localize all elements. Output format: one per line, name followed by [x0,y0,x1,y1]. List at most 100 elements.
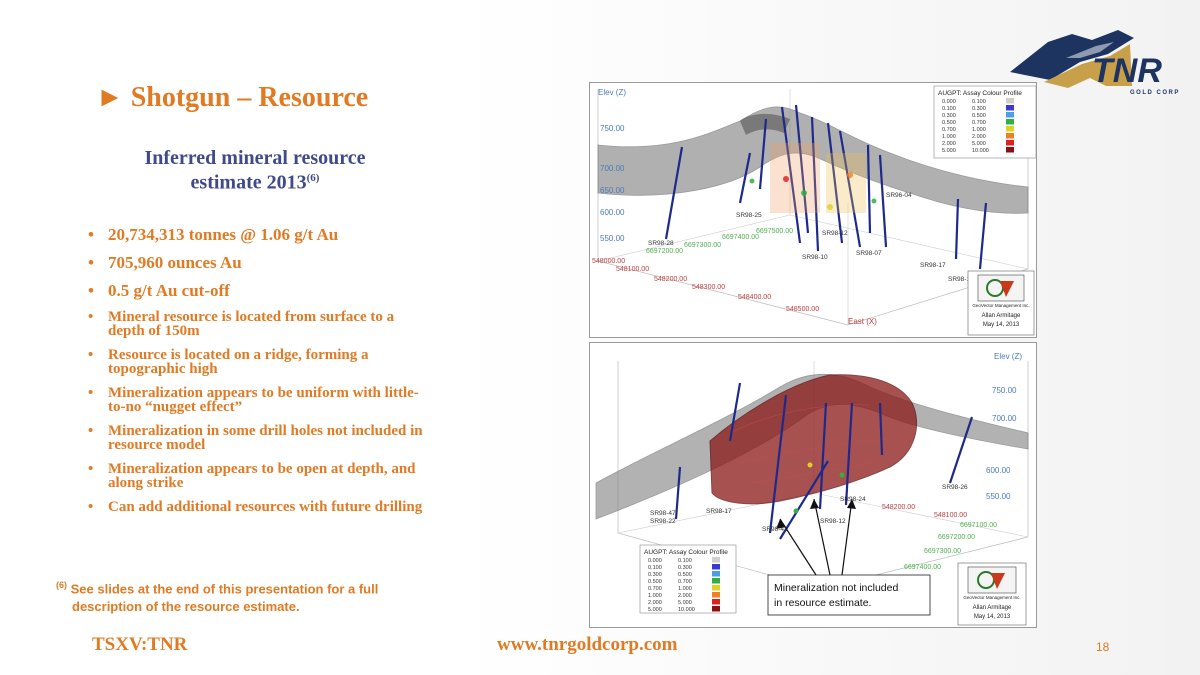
fig1-credit-box: GeoVector Management Inc. Allan Armitage… [967,270,1035,336]
legend-title: AUGPT: Assay Colour Profile [644,549,728,556]
credit-author: Allan Armitage [973,605,1012,611]
fig1-hole-label: SR98-28 [648,240,674,247]
footnote-marker: (6) [56,580,67,590]
credit-company: GeoVector Management Inc. [963,595,1020,600]
fig1-north-tick: 6697300.00 [684,242,721,249]
fig1-north-tick: 6697400.00 [722,234,759,241]
legend-range-to: 10.000 [972,148,989,154]
fig2-hole-label: SR98-22 [650,518,676,525]
fig2-north-tick: 6697200.00 [938,534,975,541]
fig2-east-tick: 548100.00 [934,512,967,519]
legend-range-to: 0.100 [972,99,986,105]
fig1-hole-label: SR98-1 [948,276,970,283]
slide-subtitle: Inferred mineral resource estimate 2013(… [90,148,420,193]
fig2-east-tick: 548200.00 [882,504,915,511]
bullet-item: 0.5 g/t Au cut-off [88,282,428,301]
legend-range-from: 0.700 [648,586,662,592]
legend-swatch [1006,133,1014,139]
legend-range-to: 0.300 [678,565,692,571]
legend-range-to: 1.000 [972,127,986,133]
fig1-east-tick: 548300.00 [692,284,725,291]
bullet-item: 20,734,313 tonnes @ 1.06 g/t Au [88,226,428,245]
fig1-elev-tick: 550.00 [600,234,625,243]
fig1-east-tick: 548200.00 [654,276,687,283]
bullet-item: Can add additional resources with future… [88,500,428,515]
legend-range-to: 10.000 [678,607,695,613]
fig1-east-label: East (X) [848,317,877,326]
legend-swatch [712,557,720,563]
legend-swatch [712,578,720,584]
fig1-elev-tick: 750.00 [600,124,625,133]
fig2-hole-label: SR98-12 [820,518,846,525]
callout-box: Mineralization not included in resource … [767,574,931,616]
legend-range-from: 0.000 [942,99,956,105]
drillhole-figure-top: Elev (Z) 750.00 700.00 650.00 600.00 550… [589,82,1037,338]
fig2-assay-legend: AUGPT: Assay Colour Profile 0.000 0.1000.… [639,544,737,614]
legend-range-from: 0.300 [942,113,956,119]
fig1-hole-label: SR98-10 [802,254,828,261]
legend-swatch [1006,112,1014,118]
legend-range-from: 2.000 [942,141,956,147]
legend-range-from: 5.000 [648,607,662,613]
fig2-hole-label: SR98-41 [762,526,788,533]
legend-range-to: 1.000 [678,586,692,592]
footnote: (6) See slides at the end of this presen… [56,576,416,616]
legend-swatch [1006,119,1014,125]
fig1-east-tick: 548100.00 [616,266,649,273]
callout-line2: in resource estimate. [774,597,871,609]
legend-range-from: 2.000 [648,600,662,606]
bullet-item: Mineralization appears to be open at dep… [88,462,428,491]
callout-line1: Mineralization not included [774,582,898,594]
legend-range-from: 0.500 [942,120,956,126]
fig2-elev-tick: 750.00 [992,386,1017,395]
legend-range-to: 0.500 [972,113,986,119]
legend-range-from: 5.000 [942,148,956,154]
stock-ticker: TSXV:TNR [92,634,188,655]
fig2-elev-label: Elev (Z) [994,352,1022,361]
fig1-elev-tick: 600.00 [600,208,625,217]
legend-range-to: 0.700 [678,579,692,585]
credit-date: May 14, 2013 [983,322,1020,328]
legend-range-from: 1.000 [942,134,956,140]
fig1-hole-label: SR98-07 [856,250,882,257]
legend-range-to: 5.000 [678,600,692,606]
slide-title: ► Shotgun – Resource [96,82,369,113]
legend-swatch [712,585,720,591]
fig2-elev-tick: 550.00 [986,492,1011,501]
legend-range-from: 1.000 [648,593,662,599]
legend-swatch [712,564,720,570]
legend-range-from: 0.700 [942,127,956,133]
subtitle-footnote-marker: (6) [306,172,320,184]
fig1-east-tick: 548000.00 [592,258,625,265]
legend-swatch [712,571,720,577]
fig1-elev-label: Elev (Z) [598,88,626,97]
legend-swatch [1006,98,1014,104]
fig2-north-tick: 6697400.00 [904,564,941,571]
logo-tagline: GOLD CORP [1130,90,1180,96]
fig1-assay-legend: AUGPT: Assay Colour Profile 0.000 0.1000.… [933,85,1037,159]
fig2-hole-label: SR98-26 [942,484,968,491]
fig2-hole-label: SR98-47 [650,510,676,517]
resource-model-figure-bottom: Elev (Z) 750.00 700.00 600.00 550.00 669… [589,342,1037,628]
fig2-hole-label: SR98-17 [706,508,732,515]
fig1-east-tick: 548500.00 [786,306,819,313]
fig2-elev-tick: 700.00 [992,414,1017,423]
credit-author: Allan Armitage [982,313,1021,319]
bullet-list: 20,734,313 tonnes @ 1.06 g/t Au 705,960 o… [88,226,428,524]
fig1-hole-label: SR98-17 [920,262,946,269]
footnote-line2: description of the resource estimate. [72,599,300,615]
bullet-item: Mineralization in some drill holes not i… [88,424,428,453]
legend-range-to: 0.500 [678,572,692,578]
fig2-hole-label: SR98-24 [840,496,866,503]
credit-date: May 14, 2013 [974,614,1011,620]
legend-range-from: 0.100 [648,565,662,571]
legend-swatch [1006,105,1014,111]
legend-swatch [1006,126,1014,132]
fig1-elev-tick: 700.00 [600,164,625,173]
company-website-link[interactable]: www.tnrgoldcorp.com [497,634,677,656]
legend-range-to: 0.700 [972,120,986,126]
legend-range-to: 0.100 [678,558,692,564]
legend-range-to: 2.000 [972,134,986,140]
bullet-item: Mineralization appears to be uniform wit… [88,386,428,415]
fig2-elev-tick: 600.00 [986,466,1011,475]
